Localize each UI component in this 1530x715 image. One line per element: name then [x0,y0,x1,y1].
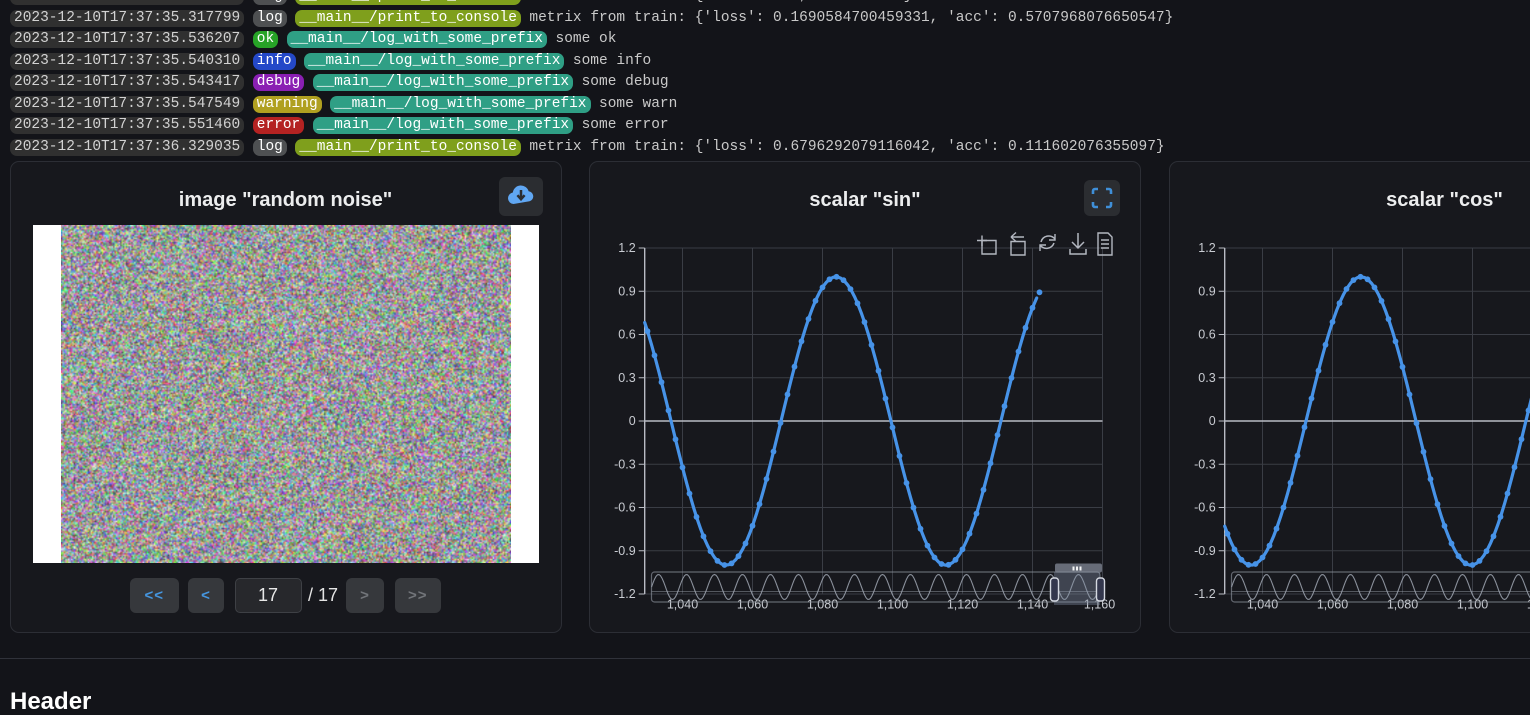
svg-text:1,060: 1,060 [737,598,768,612]
svg-text:-1.2: -1.2 [614,587,636,601]
svg-text:-0.6: -0.6 [614,501,636,515]
svg-text:1.2: 1.2 [618,241,635,255]
svg-text:0.9: 0.9 [1198,284,1215,298]
svg-text:1,100: 1,100 [877,598,908,612]
svg-text:-1.2: -1.2 [1194,587,1216,601]
svg-text:1,120: 1,120 [1526,598,1530,612]
svg-text:0: 0 [629,414,636,428]
svg-text:-0.3: -0.3 [614,457,636,471]
svg-text:1,060: 1,060 [1316,598,1347,612]
svg-text:0.9: 0.9 [618,284,635,298]
svg-text:0.3: 0.3 [1198,371,1215,385]
svg-text:-0.6: -0.6 [1194,501,1216,515]
svg-text:0.6: 0.6 [618,328,635,342]
svg-text:0: 0 [1208,414,1215,428]
svg-text:-0.3: -0.3 [1194,457,1216,471]
svg-text:-0.9: -0.9 [1194,544,1216,558]
svg-text:-0.9: -0.9 [614,544,636,558]
svg-text:1.2: 1.2 [1198,241,1215,255]
svg-text:0.6: 0.6 [1198,328,1215,342]
svg-text:1,100: 1,100 [1456,598,1487,612]
svg-text:1,140: 1,140 [1017,598,1048,612]
svg-text:0.3: 0.3 [618,371,635,385]
